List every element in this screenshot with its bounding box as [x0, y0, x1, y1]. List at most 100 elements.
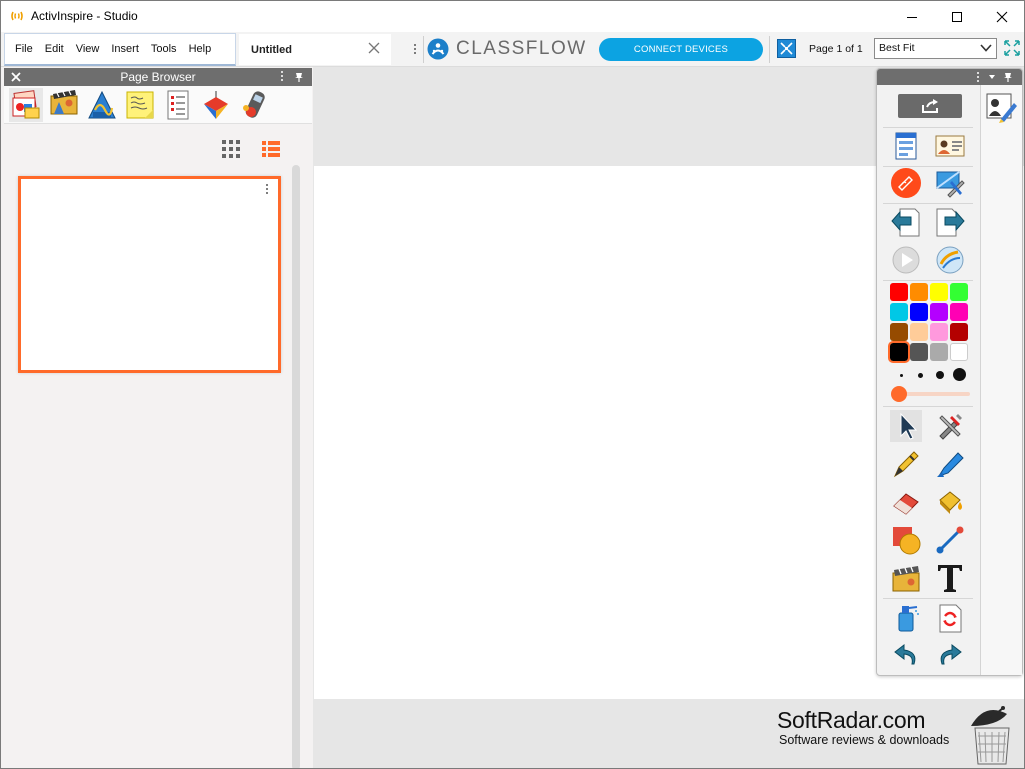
- menu-help[interactable]: Help: [183, 43, 218, 55]
- top-toolbar: File Edit View Insert Tools Help Untitle…: [1, 32, 1024, 67]
- pin-icon[interactable]: [1002, 71, 1014, 83]
- menu-tools[interactable]: Tools: [145, 43, 183, 55]
- page-grid-icon[interactable]: [777, 39, 796, 58]
- minimize-button[interactable]: [889, 1, 935, 32]
- property-browser-tab[interactable]: [161, 88, 195, 122]
- color-swatch[interactable]: [930, 303, 948, 321]
- page-browser-tab[interactable]: [9, 88, 43, 122]
- close-tab-icon[interactable]: [367, 41, 381, 55]
- reset-page-tool[interactable]: [934, 602, 966, 634]
- eraser-tool[interactable]: [890, 486, 922, 518]
- pen-width-2[interactable]: [918, 373, 923, 378]
- notes-browser-tab[interactable]: [123, 88, 157, 122]
- menu-edit[interactable]: Edit: [39, 43, 70, 55]
- toolbox-options-icon[interactable]: [975, 72, 981, 82]
- clip-tool[interactable]: [890, 562, 922, 594]
- color-swatch[interactable]: [930, 323, 948, 341]
- maximize-button[interactable]: [934, 1, 980, 32]
- zoom-select[interactable]: Best Fit: [874, 38, 997, 59]
- classflow-logo-icon[interactable]: [427, 38, 449, 60]
- teaching-tools-icon: [936, 171, 965, 198]
- grid-view-icon[interactable]: [221, 139, 241, 159]
- color-swatch[interactable]: [890, 283, 908, 301]
- pin-icon[interactable]: [293, 71, 305, 83]
- close-button[interactable]: [979, 1, 1024, 32]
- text-tool[interactable]: [934, 562, 966, 594]
- select-tool[interactable]: [890, 410, 922, 442]
- color-swatch[interactable]: [930, 343, 948, 361]
- page-thumbnail[interactable]: [18, 176, 281, 373]
- pen-width-4[interactable]: [953, 368, 966, 381]
- pen-tool[interactable]: [890, 448, 922, 480]
- color-swatch[interactable]: [950, 343, 968, 361]
- user-profile-tool[interactable]: [934, 130, 966, 162]
- desktop-annotate-icon: [891, 168, 921, 198]
- select-icon: [900, 412, 918, 440]
- next-page-tool[interactable]: [934, 206, 966, 238]
- tab-options-icon[interactable]: [412, 44, 418, 54]
- classflow-brand[interactable]: CLASSFLOW: [456, 38, 587, 60]
- undo-tool[interactable]: [890, 638, 922, 670]
- page-browser-scrollbar[interactable]: [292, 165, 300, 768]
- pen-width-3[interactable]: [936, 371, 944, 379]
- color-swatch[interactable]: [910, 283, 928, 301]
- color-swatch[interactable]: [910, 343, 928, 361]
- color-swatch[interactable]: [890, 303, 908, 321]
- flipchart-profile-tool[interactable]: [890, 130, 922, 162]
- menu-insert[interactable]: Insert: [105, 43, 145, 55]
- fill-tool[interactable]: [934, 486, 966, 518]
- notes-browser-icon: [126, 91, 154, 119]
- document-tab[interactable]: Untitled: [239, 34, 391, 65]
- menu-view[interactable]: View: [70, 43, 106, 55]
- menu-bar: File Edit View Insert Tools Help: [4, 33, 236, 66]
- color-swatch[interactable]: [910, 303, 928, 321]
- divider: [423, 36, 424, 63]
- color-swatch[interactable]: [888, 341, 910, 363]
- activinspire-dashboard-tool[interactable]: [934, 244, 966, 276]
- divider: [769, 36, 770, 63]
- fullscreen-icon[interactable]: [1003, 39, 1021, 57]
- color-swatch[interactable]: [890, 323, 908, 341]
- color-swatch[interactable]: [950, 323, 968, 341]
- color-swatch[interactable]: [950, 283, 968, 301]
- object-browser-tab[interactable]: [85, 88, 119, 122]
- main-toolbox: [876, 68, 1023, 676]
- desktop-annotate-user-icon[interactable]: [984, 91, 1018, 125]
- desktop-annotate-tool[interactable]: [890, 167, 922, 199]
- color-swatch[interactable]: [910, 323, 928, 341]
- redo-tool[interactable]: [934, 638, 966, 670]
- color-swatch[interactable]: [930, 283, 948, 301]
- slider-handle[interactable]: [890, 386, 907, 402]
- action-browser-tab[interactable]: [199, 88, 233, 122]
- shape-tool[interactable]: [890, 524, 922, 556]
- close-icon: [996, 11, 1008, 22]
- dropdown-arrow-icon[interactable]: [988, 73, 996, 81]
- menu-file[interactable]: File: [9, 43, 39, 55]
- action-browser-icon: [204, 91, 228, 119]
- tools-menu-tool[interactable]: [934, 410, 966, 442]
- previous-page-tool[interactable]: [890, 206, 922, 238]
- connector-tool[interactable]: [934, 524, 966, 556]
- browser-options-icon[interactable]: [279, 71, 285, 81]
- page-options-icon[interactable]: [264, 184, 270, 194]
- voting-browser-tab[interactable]: [237, 88, 271, 122]
- browser-tab-strip: [4, 86, 312, 124]
- clear-tool[interactable]: [890, 602, 922, 634]
- divider: [883, 127, 973, 128]
- color-swatch[interactable]: [950, 303, 968, 321]
- highlighter-tool[interactable]: [934, 448, 966, 480]
- pen-width-slider[interactable]: [890, 386, 970, 402]
- play-tool[interactable]: [890, 244, 922, 276]
- text-icon: [938, 565, 962, 592]
- connect-devices-button[interactable]: CONNECT DEVICES: [599, 38, 763, 61]
- object-browser-icon: [88, 90, 116, 119]
- redo-icon: [940, 643, 962, 665]
- teaching-tools-tool[interactable]: [934, 167, 966, 199]
- main-menu-button[interactable]: [898, 94, 962, 118]
- resource-browser-tab[interactable]: [47, 88, 81, 122]
- pen-width-1[interactable]: [900, 374, 903, 377]
- reset-page-icon: [939, 604, 962, 633]
- trash-radar-icon[interactable]: [961, 704, 1023, 766]
- list-view-icon[interactable]: [261, 139, 281, 159]
- chevron-down-icon: [980, 44, 992, 52]
